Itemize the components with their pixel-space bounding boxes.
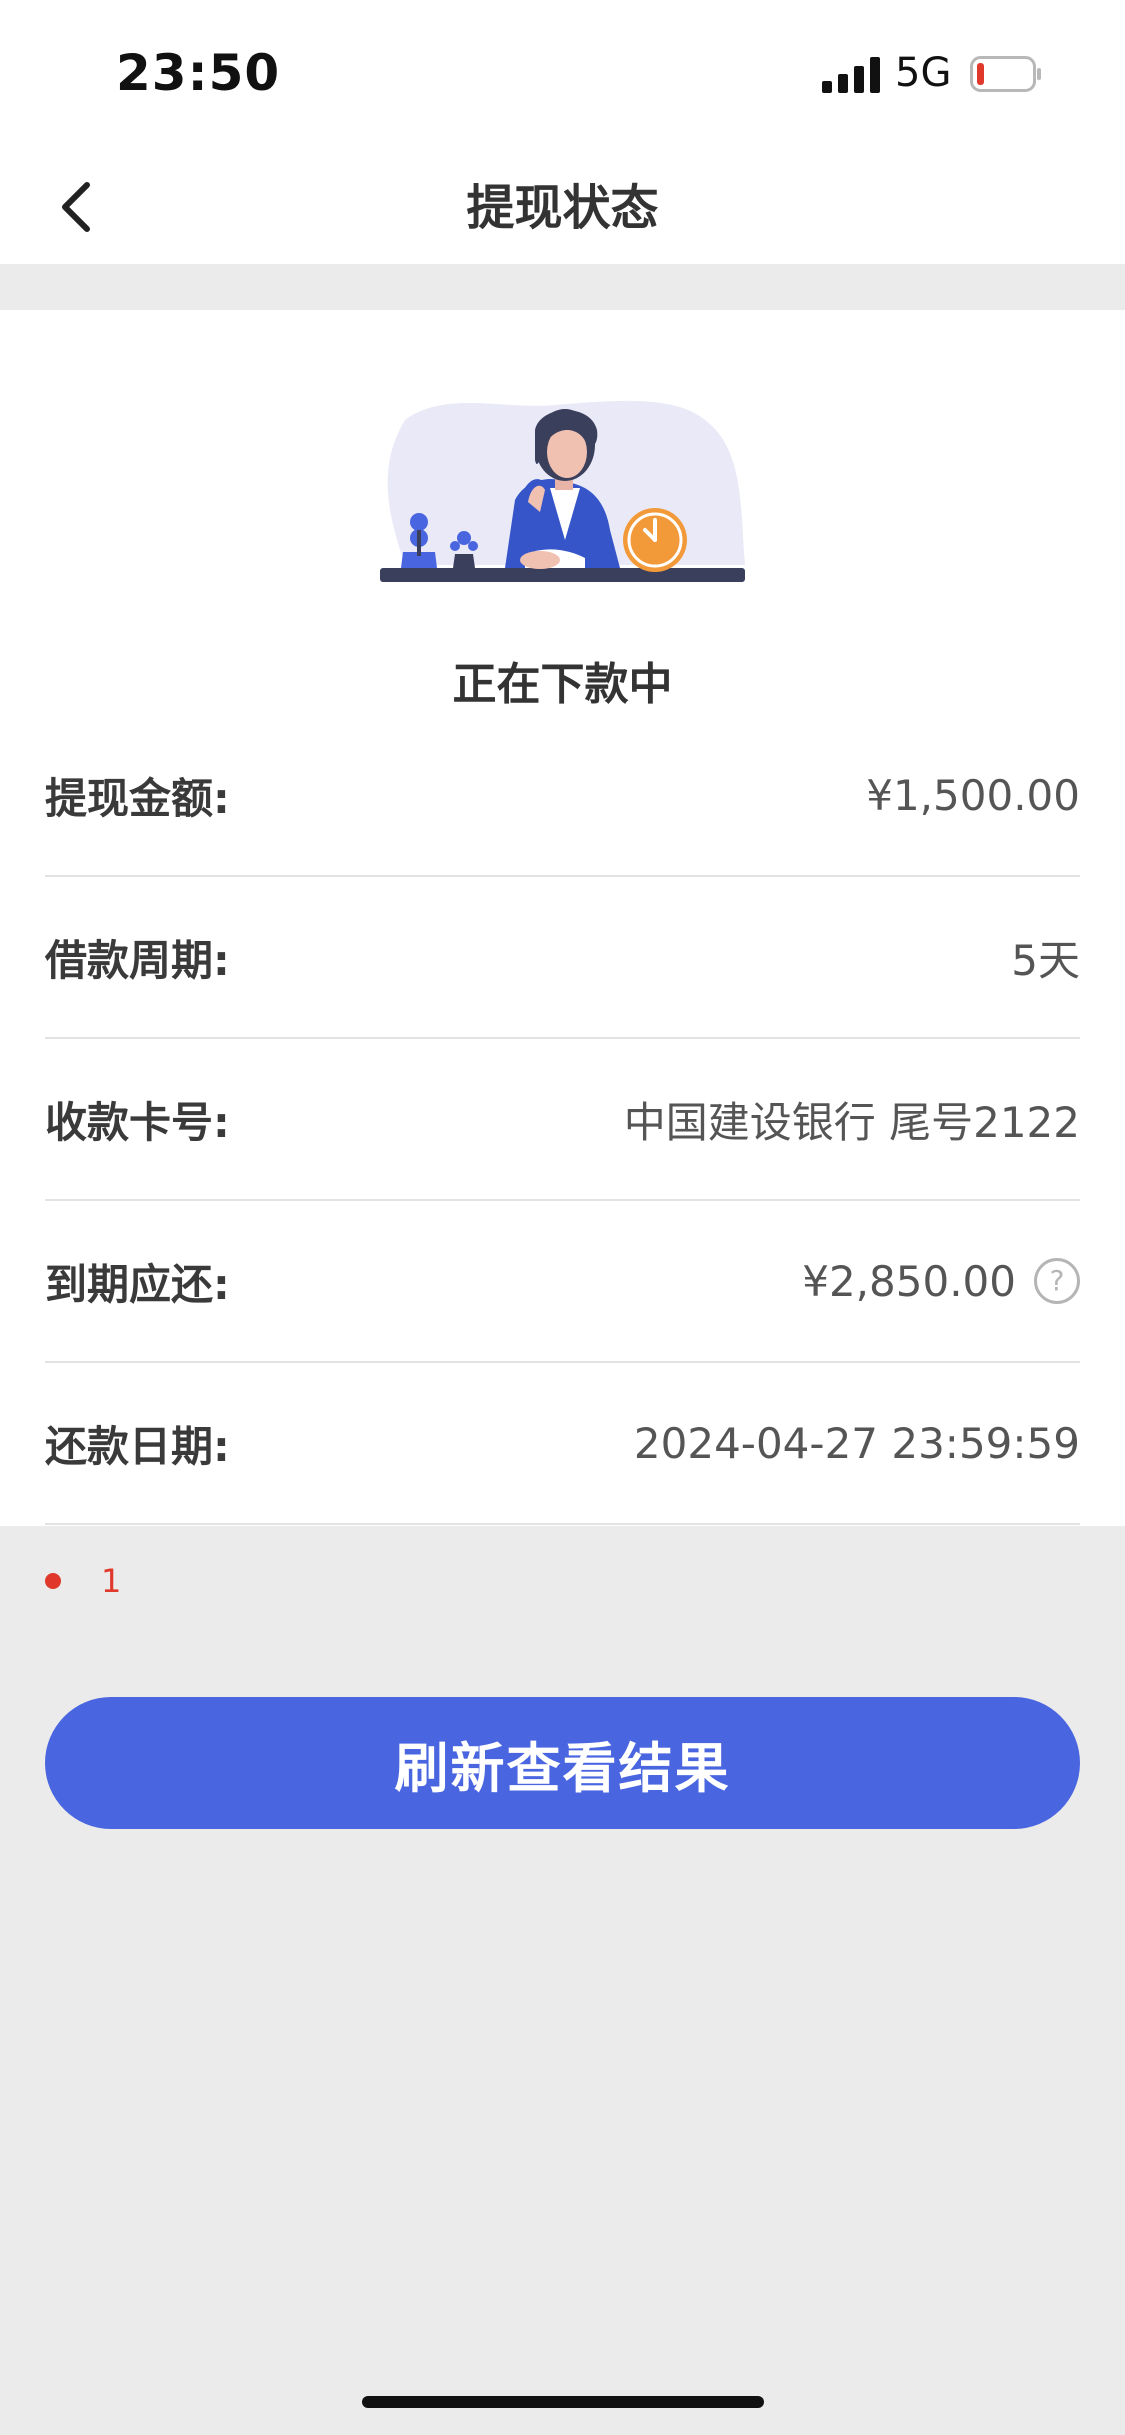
status-text: 正在下款中 — [452, 659, 673, 710]
page-title: 提现状态 — [466, 180, 659, 236]
battery-low-icon — [970, 56, 1041, 92]
period-value: 5天 — [1011, 935, 1080, 985]
due-amount-value: ¥2,850.00 — [802, 1256, 1016, 1306]
detail-row-card: 收款卡号: 中国建设银行 尾号2122 — [45, 1039, 1080, 1201]
detail-value: 2024-04-27 23:59:59 — [634, 1419, 1080, 1468]
detail-value: 5天 — [1011, 927, 1080, 988]
notice-dot-icon — [45, 1573, 61, 1589]
amount-value: ¥1,500.00 — [866, 770, 1080, 820]
refresh-button[interactable]: 刷新查看结果 — [45, 1697, 1080, 1829]
detail-label: 收款卡号: — [45, 1097, 230, 1147]
due-date-value: 2024-04-27 23:59:59 — [633, 1418, 1080, 1468]
status-bar: 23:50 5G — [0, 0, 1125, 150]
detail-row-due-date: 还款日期: 2024-04-27 23:59:59 — [45, 1363, 1080, 1525]
card-value: 中国建设银行 尾号2122 — [623, 1097, 1080, 1147]
detail-value: 中国建设银行 尾号2122 — [624, 1089, 1080, 1150]
home-indicator — [362, 2396, 764, 2408]
detail-label: 还款日期: — [45, 1421, 230, 1471]
notice: 1 — [45, 1562, 121, 1600]
notice-text: 1 — [101, 1562, 122, 1600]
nav-bar: 提现状态 — [0, 150, 1125, 264]
detail-label: 提现金额: — [45, 773, 230, 823]
detail-value: ¥2,850.00 ? — [802, 1257, 1080, 1306]
signal-bars-icon — [822, 57, 880, 93]
withdrawal-status-card: 正在下款中 提现金额: ¥1,500.00 借款周期: 5天 收款卡号: 中国建… — [0, 310, 1125, 1526]
detail-label: 借款周期: — [45, 935, 230, 985]
detail-row-amount: 提现金额: ¥1,500.00 — [45, 715, 1080, 877]
status-time: 23:50 — [116, 44, 281, 102]
detail-label: 到期应还: — [45, 1259, 230, 1309]
detail-value: ¥1,500.00 — [866, 771, 1080, 820]
network-type: 5G — [895, 50, 952, 96]
detail-row-period: 借款周期: 5天 — [45, 877, 1080, 1039]
help-icon[interactable]: ? — [1034, 1258, 1080, 1304]
woman-waiting-clock-illustration — [380, 400, 745, 582]
detail-row-due-amount: 到期应还: ¥2,850.00 ? — [45, 1201, 1080, 1363]
